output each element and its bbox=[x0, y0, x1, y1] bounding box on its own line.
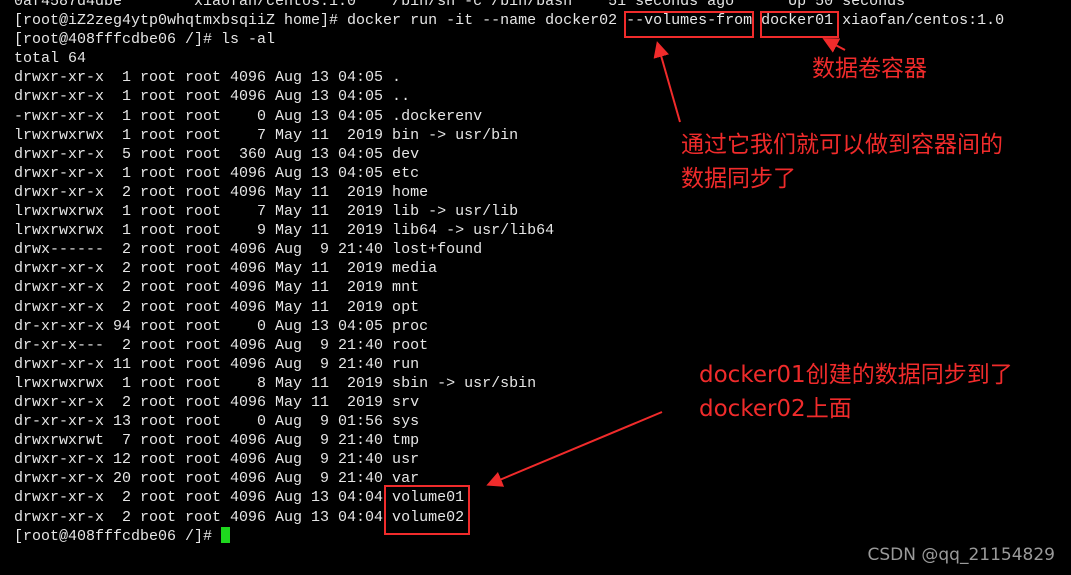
watermark: CSDN @qq_21154829 bbox=[867, 545, 1055, 565]
arrow-icon bbox=[822, 38, 846, 53]
annotation-arrows bbox=[486, 38, 846, 487]
terminal-screenshot: 0af4587d4dbe xiaofan/centos:1.0 "/bin/sh… bbox=[0, 0, 1071, 575]
arrow-icon bbox=[486, 411, 663, 487]
arrow-icon bbox=[653, 41, 681, 123]
